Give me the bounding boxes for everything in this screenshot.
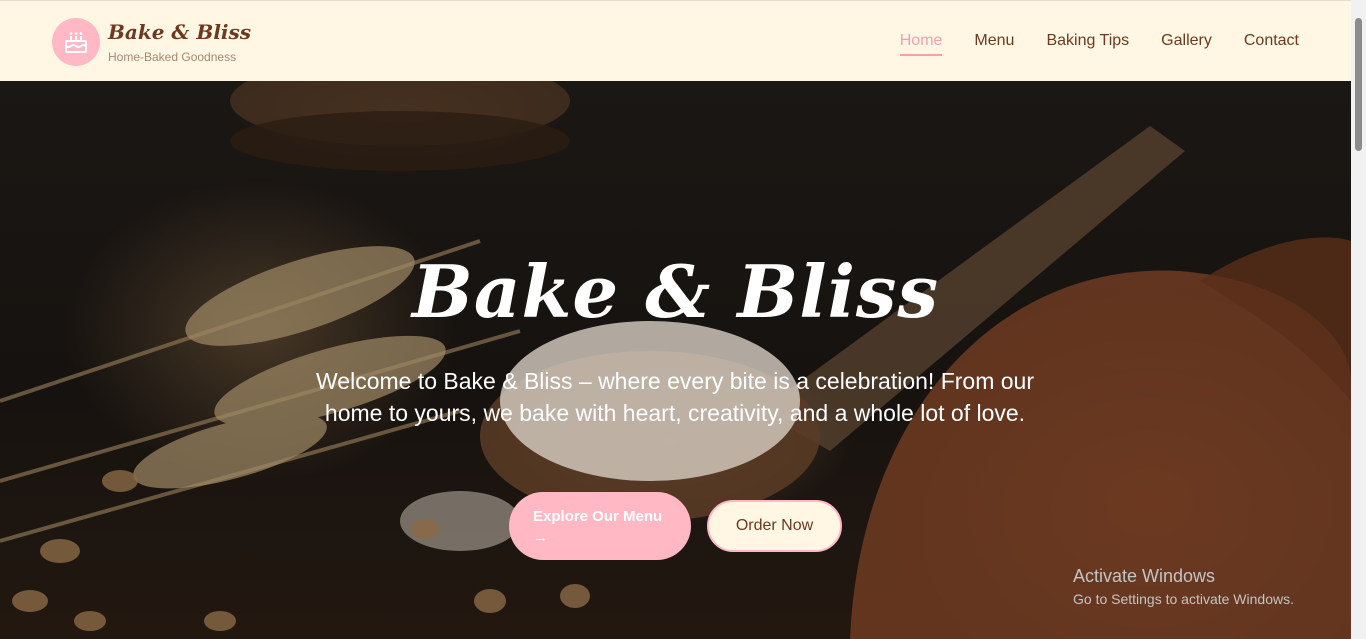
explore-menu-label: Explore Our Menu — [533, 508, 663, 525]
nav-menu[interactable]: Menu — [974, 32, 1014, 52]
site-header: Bake & Bliss Home-Baked Goodness Home Me… — [0, 0, 1351, 81]
cake-icon — [65, 32, 87, 53]
main-nav: Home Menu Baking Tips Gallery Contact — [899, 1, 1299, 82]
hero-section: Bake & Bliss Welcome to Bake & Bliss – w… — [0, 81, 1351, 639]
hero-title: Bake & Bliss — [412, 249, 939, 334]
explore-menu-button[interactable]: Explore Our Menu → — [509, 492, 691, 560]
nav-gallery[interactable]: Gallery — [1161, 32, 1212, 52]
watermark-line2: Go to Settings to activate Windows. — [1073, 591, 1294, 607]
watermark-line1: Activate Windows — [1073, 566, 1216, 586]
arrow-right-icon: → — [533, 529, 548, 546]
hero-description: Welcome to Bake & Bliss – where every bi… — [316, 368, 1034, 426]
logo[interactable] — [52, 18, 100, 66]
nav-home[interactable]: Home — [899, 32, 942, 56]
page-scrollbar[interactable] — [1351, 0, 1366, 639]
brand-tagline: Home-Baked Goodness — [108, 50, 237, 64]
order-now-button[interactable]: Order Now — [707, 500, 842, 552]
hero-content: Bake & Bliss Welcome to Bake & Bliss – w… — [0, 81, 1351, 639]
scrollbar-thumb[interactable] — [1355, 18, 1362, 151]
brand-name[interactable]: Bake & Bliss — [108, 20, 251, 44]
nav-baking-tips[interactable]: Baking Tips — [1046, 32, 1129, 52]
nav-contact[interactable]: Contact — [1244, 32, 1299, 52]
activate-windows-watermark: Activate Windows Go to Settings to activ… — [1073, 566, 1294, 607]
